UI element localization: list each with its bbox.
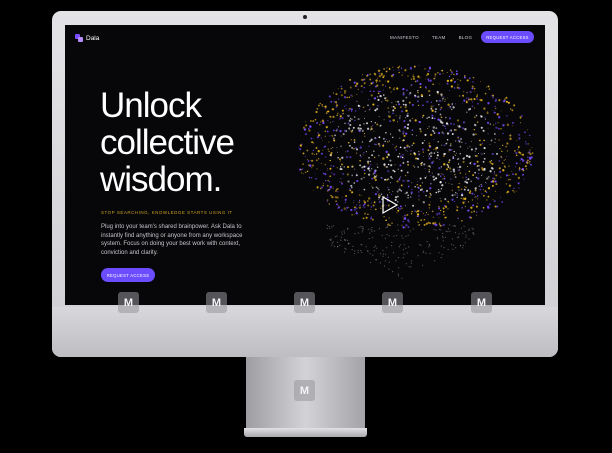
site-logo[interactable]: Dala <box>75 34 99 42</box>
hero-body: Plug into your team's shared brainpower.… <box>101 224 243 256</box>
camera-dot <box>303 15 307 19</box>
website-screen: Dala MANIFESTO TEAM BLOG REQUEST ACCESS … <box>65 25 545 305</box>
particle-brain-image <box>298 65 534 279</box>
nav-link-team[interactable]: TEAM <box>432 35 446 40</box>
nav-request-access-button[interactable]: REQUEST ACCESS <box>481 31 534 43</box>
site-header: Dala MANIFESTO TEAM BLOG REQUEST ACCESS <box>65 25 545 51</box>
nav-links: MANIFESTO TEAM BLOG <box>390 35 472 40</box>
watermark-icon: M <box>294 292 315 313</box>
hero-request-access-button[interactable]: REQUEST ACCESS <box>101 268 155 282</box>
headline-line: wisdom. <box>100 160 222 199</box>
watermark-icon: M <box>294 380 315 401</box>
watermark-icon: M <box>118 292 139 313</box>
monitor-chin <box>52 307 558 357</box>
headline-line: Unlock <box>100 86 202 125</box>
logo-text: Dala <box>86 34 100 42</box>
watermark-icon: M <box>206 292 227 313</box>
nav-link-blog[interactable]: BLOG <box>459 35 473 40</box>
nav-link-manifesto[interactable]: MANIFESTO <box>390 35 419 40</box>
hero-headline: Unlock collective wisdom. <box>100 86 235 199</box>
hero-eyebrow: STOP SEARCHING, KNOWLEDGE STARTS USING I… <box>101 210 233 215</box>
headline-line: collective <box>100 123 235 162</box>
watermark-icon: M <box>471 292 492 313</box>
dala-logo-icon <box>75 34 83 42</box>
watermark-icon: M <box>382 292 403 313</box>
monitor-stand-base <box>244 428 367 437</box>
